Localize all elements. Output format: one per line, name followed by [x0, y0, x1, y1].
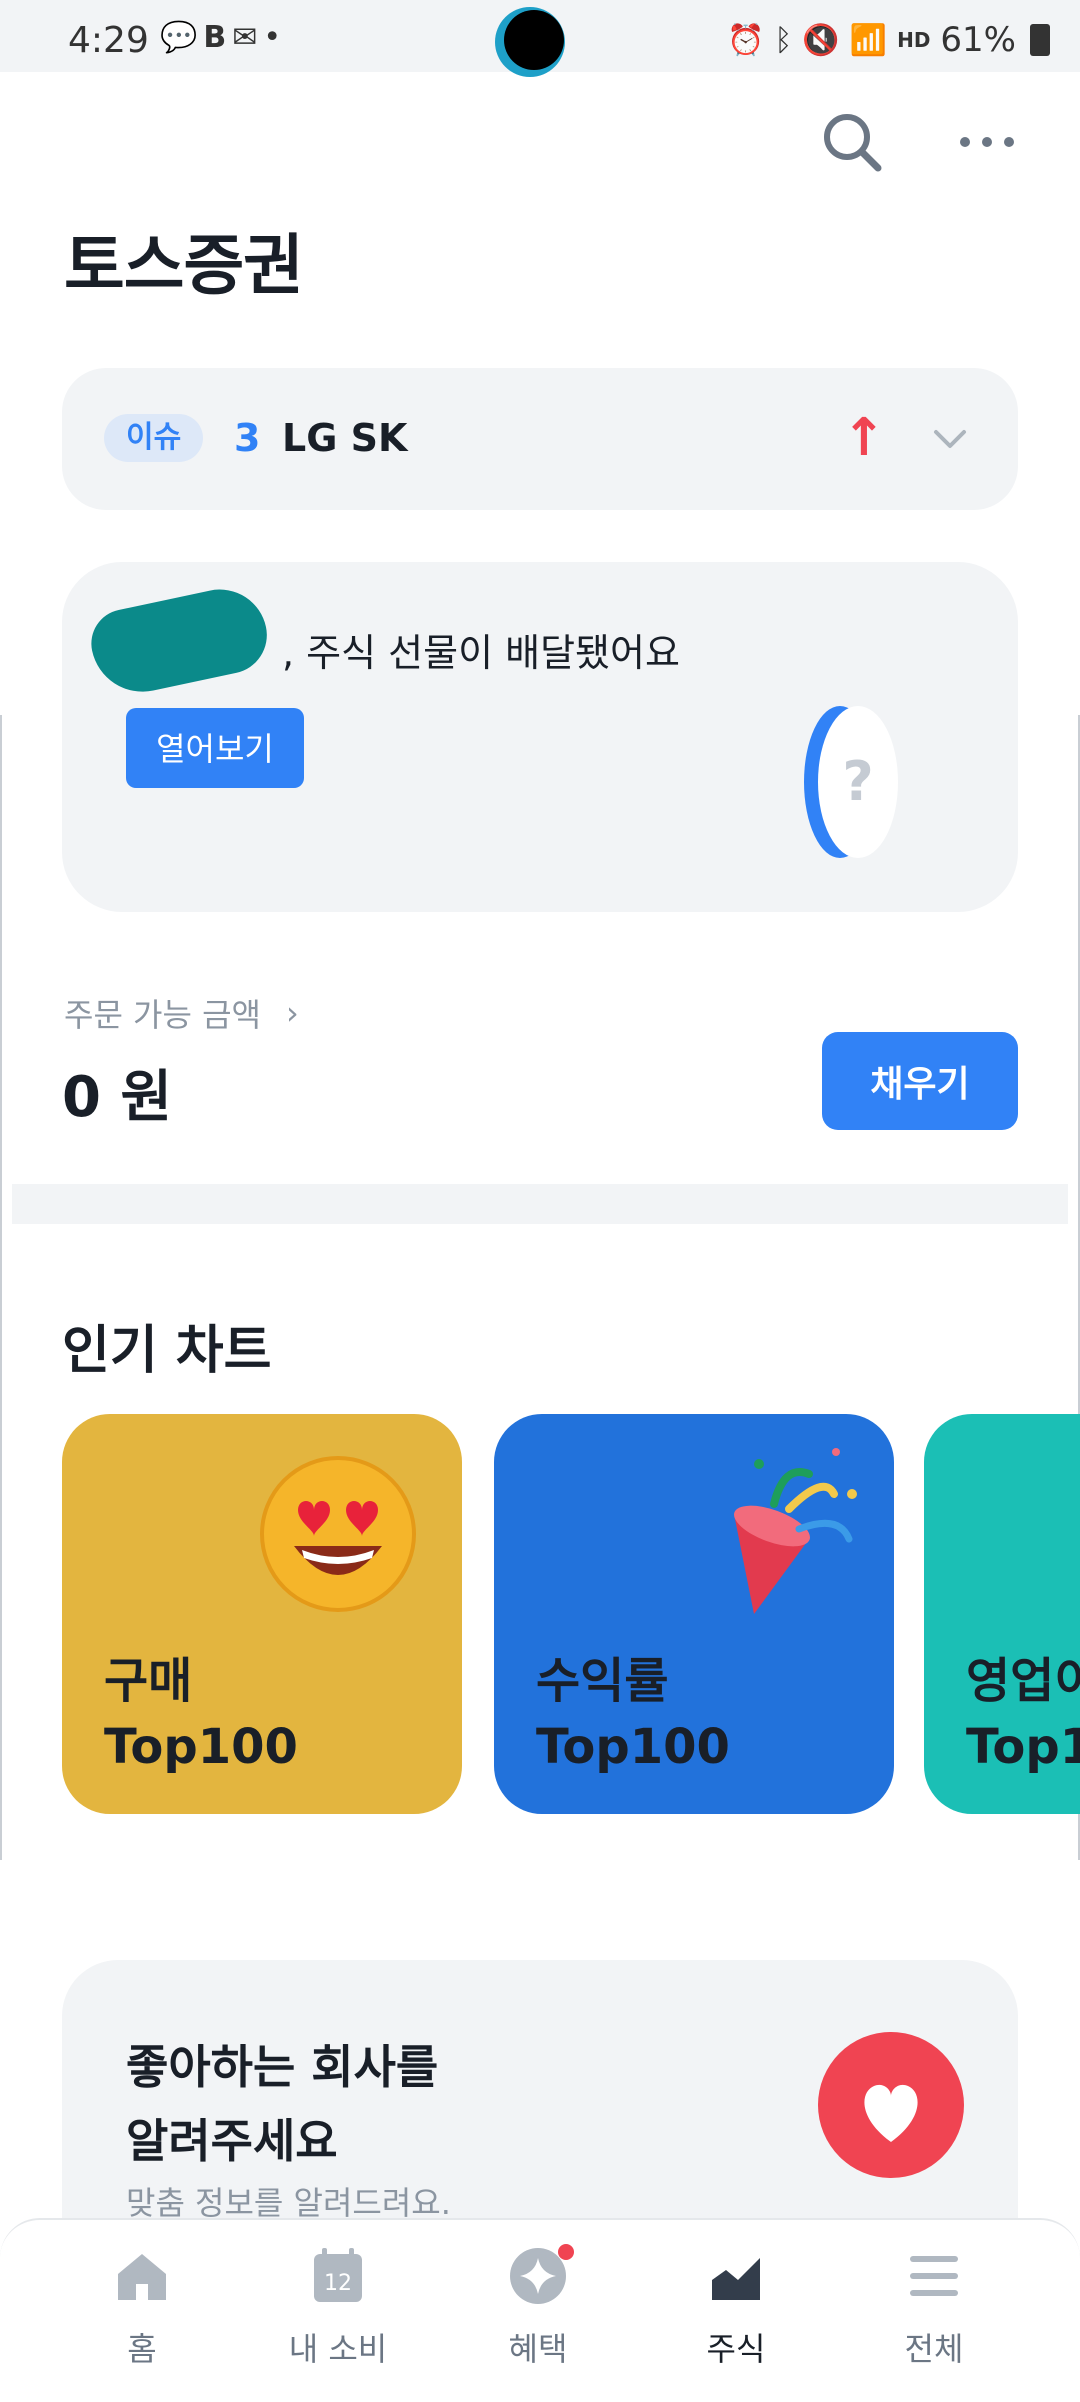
issue-number: 3: [234, 416, 261, 460]
notification-dot: [558, 2244, 574, 2260]
nav-label: 내 소비: [288, 2330, 388, 2368]
chart-tile-return[interactable]: 수익률 Top100: [494, 1414, 894, 1814]
nav-item-home[interactable]: 홈: [62, 2246, 222, 2370]
gift-message: , 주식 선물이 배달됐어요: [282, 631, 680, 675]
tile-line2: Top10: [966, 1719, 1080, 1775]
mute-icon: 🔇: [802, 22, 840, 58]
tile-line2: Top100: [104, 1719, 298, 1775]
heart-icon: [864, 2084, 918, 2142]
calendar-date: 12: [324, 2271, 352, 2296]
favorite-title-line1: 좋아하는 회사를: [126, 2040, 439, 2094]
calendar-icon: 12: [314, 2248, 362, 2302]
mystery-coin-icon: ?: [804, 706, 898, 858]
tile-line1: 영업이: [966, 1653, 1080, 1709]
tile-line1: 구매: [104, 1653, 193, 1709]
redacted-name: [84, 580, 275, 702]
tile-title: 영업이 Top10: [966, 1648, 1080, 1780]
nav-label: 홈: [127, 2330, 157, 2368]
tile-title: 구매 Top100: [104, 1648, 298, 1780]
trend-up-icon: ↑: [842, 408, 886, 468]
favorite-title: 좋아하는 회사를 알려주세요: [126, 2030, 438, 2178]
issue-badge: 이슈: [104, 414, 204, 462]
nav-item-spending[interactable]: 12 내 소비: [258, 2246, 418, 2370]
blog-icon: B: [203, 20, 233, 55]
favorite-title-line2: 알려주세요: [126, 2114, 338, 2168]
chevron-right-icon[interactable]: ›: [286, 994, 299, 1032]
favorite-heart-button[interactable]: [818, 2032, 964, 2178]
system-icons: ⏰ ᛒ 🔇 📶 HD 61%: [727, 20, 1050, 60]
favorite-company-card[interactable]: 좋아하는 회사를 알려주세요 맞춤 정보를 알려드려요.: [62, 1960, 1018, 2260]
order-amount-value: 0 원: [62, 1065, 172, 1130]
message-icon: 💬: [160, 20, 204, 55]
tile-line1: 수익률: [536, 1653, 669, 1709]
bottom-nav: 홈 12 내 소비 혜택 주식 전체: [0, 2218, 1080, 2402]
battery-icon: [1030, 24, 1050, 56]
menu-icon: [910, 2256, 958, 2296]
hd-voice-icon: HD: [897, 28, 931, 52]
issue-card[interactable]: 이슈 3 LG SK ↑: [62, 368, 1018, 510]
edge-line-left: [0, 715, 2, 1860]
tile-title: 수익률 Top100: [536, 1648, 730, 1780]
wifi-icon: 📶: [849, 22, 888, 58]
search-icon[interactable]: [820, 110, 884, 174]
page-title: 토스증권: [64, 227, 304, 304]
order-amount-label[interactable]: 주문 가능 금액: [64, 990, 261, 1036]
mail-icon: ✉: [232, 20, 264, 55]
chart-icon: [712, 2258, 760, 2300]
nav-item-all[interactable]: 전체: [854, 2246, 1014, 2370]
gift-card[interactable]: , 주식 선물이 배달됐어요 열어보기 ?: [62, 562, 1018, 912]
nav-label: 혜택: [508, 2330, 568, 2368]
nav-item-benefits[interactable]: 혜택: [458, 2244, 618, 2370]
chart-tile-operating[interactable]: 영업이 Top10: [924, 1414, 1080, 1814]
status-time: 4:29: [68, 20, 149, 61]
notification-icons: 💬B✉•: [160, 20, 287, 55]
issue-text: LG SK: [282, 416, 408, 460]
alarm-icon: ⏰: [727, 22, 765, 58]
section-divider: [12, 1184, 1068, 1224]
chart-tile-purchase[interactable]: 구매 Top100: [62, 1414, 462, 1814]
more-icon[interactable]: [955, 110, 1019, 174]
home-icon: [118, 2254, 166, 2300]
chevron-down-icon[interactable]: [926, 414, 974, 462]
tile-line2: Top100: [536, 1719, 730, 1775]
open-gift-button[interactable]: 열어보기: [126, 708, 304, 788]
bluetooth-icon: ᛒ: [774, 22, 793, 58]
popular-chart-title: 인기 차트: [62, 1321, 272, 1381]
heart-eyes-emoji-icon: [260, 1456, 416, 1612]
fill-button[interactable]: 채우기: [822, 1032, 1018, 1130]
nav-label: 주식: [706, 2330, 766, 2368]
battery-percent: 61%: [940, 20, 1016, 60]
camera-cutout: [504, 10, 564, 70]
status-bar: 4:29 💬B✉• ⏰ ᛒ 🔇 📶 HD 61%: [0, 0, 1080, 72]
svg-text:?: ?: [842, 750, 873, 813]
nav-label: 전체: [904, 2330, 964, 2368]
party-popper-icon: [734, 1448, 857, 1614]
nav-item-stocks[interactable]: 주식: [656, 2246, 816, 2370]
dot-icon: •: [263, 20, 288, 55]
